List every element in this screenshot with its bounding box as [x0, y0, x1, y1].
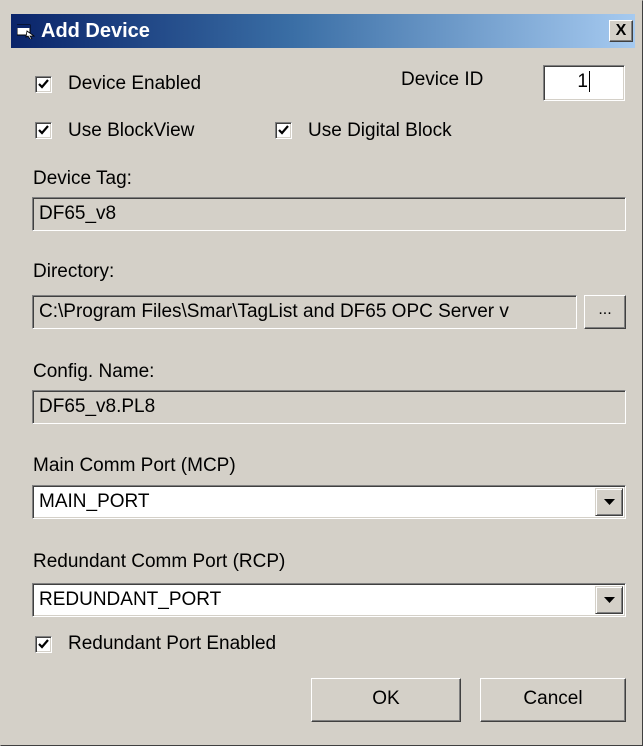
browse-directory-button[interactable]: ...: [584, 295, 626, 329]
redundant-comm-port-select[interactable]: REDUNDANT_PORT: [32, 583, 626, 617]
close-button[interactable]: X: [609, 20, 633, 42]
main-comm-port-value: MAIN_PORT: [39, 491, 150, 512]
device-id-value: 1: [577, 71, 588, 92]
app-window-icon: [16, 23, 36, 40]
device-tag-label: Device Tag:: [33, 168, 132, 189]
ok-button-label: OK: [372, 688, 400, 709]
use-blockview-label: Use BlockView: [68, 120, 195, 141]
close-icon: X: [615, 22, 627, 39]
title-bar[interactable]: Add Device X: [11, 14, 635, 48]
checkmark-icon: [38, 79, 49, 89]
device-tag-field[interactable]: DF65_v8: [32, 197, 626, 231]
config-name-label: Config. Name:: [33, 361, 155, 382]
device-enabled-label: Device Enabled: [68, 73, 202, 94]
main-comm-port-label: Main Comm Port (MCP): [33, 455, 236, 476]
checkmark-icon: [38, 125, 49, 135]
use-blockview-checkbox[interactable]: [35, 122, 52, 139]
window-title: Add Device: [41, 20, 150, 42]
device-enabled-checkbox[interactable]: [35, 76, 52, 93]
device-id-field[interactable]: 1: [543, 65, 625, 101]
dropdown-arrow-icon: [604, 499, 615, 505]
main-comm-port-dropdown-button[interactable]: [595, 488, 623, 516]
directory-label: Directory:: [33, 261, 115, 282]
device-tag-value: DF65_v8: [39, 203, 117, 224]
config-name-field[interactable]: DF65_v8.PL8: [32, 390, 626, 424]
checkmark-icon: [278, 125, 289, 135]
redundant-comm-port-value: REDUNDANT_PORT: [39, 589, 222, 610]
checkmark-icon: [38, 639, 49, 649]
redundant-port-enabled-label: Redundant Port Enabled: [68, 633, 277, 654]
main-comm-port-select[interactable]: MAIN_PORT: [32, 485, 626, 519]
redundant-comm-port-dropdown-button[interactable]: [595, 586, 623, 614]
dropdown-arrow-icon: [604, 597, 615, 603]
directory-value: C:\Program Files\Smar\TagList and DF65 O…: [39, 301, 509, 322]
redundant-port-enabled-checkbox[interactable]: [35, 636, 52, 653]
add-device-dialog: Add Device X Device Enabled Device ID 1 …: [0, 0, 643, 746]
redundant-comm-port-label: Redundant Comm Port (RCP): [33, 551, 286, 572]
cancel-button[interactable]: Cancel: [480, 678, 626, 722]
use-digital-block-label: Use Digital Block: [308, 120, 452, 141]
directory-field[interactable]: C:\Program Files\Smar\TagList and DF65 O…: [32, 295, 577, 329]
cancel-button-label: Cancel: [523, 688, 583, 709]
device-id-label: Device ID: [401, 69, 484, 90]
browse-button-label: ...: [598, 301, 612, 318]
use-digital-block-checkbox[interactable]: [275, 122, 292, 139]
ok-button[interactable]: OK: [311, 678, 461, 722]
config-name-value: DF65_v8.PL8: [39, 396, 156, 417]
